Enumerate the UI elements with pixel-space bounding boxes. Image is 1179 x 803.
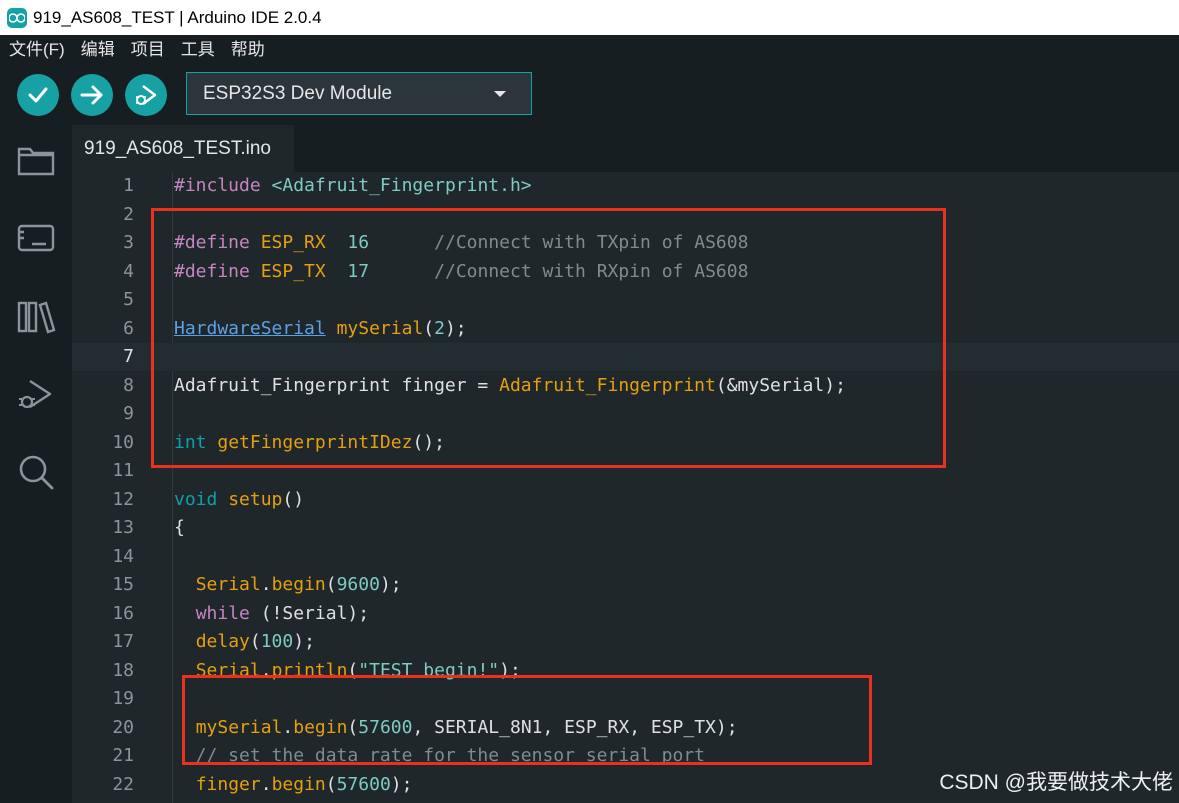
arrow-right-icon — [80, 85, 103, 105]
code-line[interactable]: 13 { — [72, 514, 1179, 542]
menu-file[interactable]: 文件(F) — [0, 35, 73, 65]
tab-label: 919_AS608_TEST.ino — [84, 137, 271, 159]
line-number: 3 — [123, 232, 134, 253]
line-number: 10 — [112, 431, 134, 453]
line-number: 14 — [112, 545, 134, 567]
board-icon[interactable] — [16, 218, 56, 258]
editor-tab-strip: 919_AS608_TEST.ino — [72, 125, 1179, 172]
line-number: 17 — [112, 631, 134, 652]
debug-icon — [136, 85, 157, 105]
tab-919-as608-test-ino[interactable]: 919_AS608_TEST.ino — [72, 125, 294, 172]
window-title: 919_AS608_TEST | Arduino IDE 2.0.4 — [33, 7, 322, 27]
debug-icon[interactable] — [16, 375, 56, 415]
code-line[interactable]: 15 Serial.begin(9600); — [72, 571, 1179, 599]
annotation-box-defines — [151, 208, 946, 468]
line-number: 16 — [112, 602, 134, 624]
line-number: 21 — [112, 745, 134, 766]
line-code: Serial.begin(9600); — [195, 574, 402, 595]
line-code: #include <Adafruit_Fingerprint.h> — [174, 175, 532, 196]
line-code: { — [174, 517, 185, 538]
line-number: 1 — [123, 175, 134, 196]
menu-tools[interactable]: 工具 — [173, 35, 223, 65]
caret-down-icon — [494, 91, 506, 97]
check-icon — [28, 87, 48, 103]
code-editor[interactable]: 1 #include <Adafruit_Fingerprint.h> 2 3 #def… — [72, 172, 1179, 803]
line-number: 8 — [123, 374, 134, 396]
line-number: 13 — [112, 517, 134, 538]
activity-sidebar — [0, 125, 72, 803]
line-number: 9 — [123, 403, 134, 424]
library-icon[interactable] — [16, 297, 56, 337]
line-number: 18 — [112, 659, 134, 681]
upload-button[interactable] — [71, 74, 113, 116]
toolbar: ESP32S3 Dev Module — [0, 65, 1179, 125]
board-name: ESP32S3 Dev Module — [203, 82, 393, 104]
menu-edit[interactable]: 编辑 — [73, 35, 123, 65]
line-number: 5 — [123, 289, 134, 310]
annotation-box-serial-begin — [182, 675, 872, 765]
search-icon[interactable] — [16, 452, 56, 492]
board-selector[interactable]: ESP32S3 Dev Module — [186, 72, 532, 115]
line-number: 6 — [123, 317, 134, 339]
menu-sketch[interactable]: 项目 — [123, 35, 173, 65]
line-number: 19 — [112, 688, 134, 709]
line-number: 20 — [112, 716, 134, 738]
debug-button[interactable] — [125, 74, 167, 116]
line-code: void setup() — [174, 488, 305, 510]
folder-icon[interactable] — [16, 141, 56, 181]
code-line[interactable]: 12 void setup() — [72, 486, 1179, 514]
line-number: 7 — [123, 346, 134, 367]
code-line[interactable]: 14 — [72, 543, 1179, 571]
code-line[interactable]: 1 #include <Adafruit_Fingerprint.h> — [72, 172, 1179, 200]
line-code: delay(100); — [195, 631, 315, 652]
line-number: 22 — [112, 773, 134, 795]
line-number: 15 — [112, 574, 134, 595]
watermark: CSDN @我要做技术大佬 — [939, 771, 1173, 794]
arduino-logo-icon — [7, 7, 27, 28]
line-number: 12 — [112, 488, 134, 510]
line-code: while (!Serial); — [195, 602, 370, 624]
line-code: finger.begin(57600); — [195, 773, 413, 795]
verify-button[interactable] — [17, 74, 59, 116]
line-number: 11 — [112, 460, 134, 481]
line-number: 2 — [123, 203, 134, 225]
menu-bar: 文件(F) 编辑 项目 工具 帮助 — [0, 35, 1179, 65]
code-line[interactable]: 16 while (!Serial); — [72, 600, 1179, 628]
code-line[interactable]: 17 delay(100); — [72, 628, 1179, 656]
line-number: 4 — [123, 260, 134, 282]
menu-help[interactable]: 帮助 — [223, 35, 273, 65]
title-bar: 919_AS608_TEST | Arduino IDE 2.0.4 — [0, 0, 1179, 35]
